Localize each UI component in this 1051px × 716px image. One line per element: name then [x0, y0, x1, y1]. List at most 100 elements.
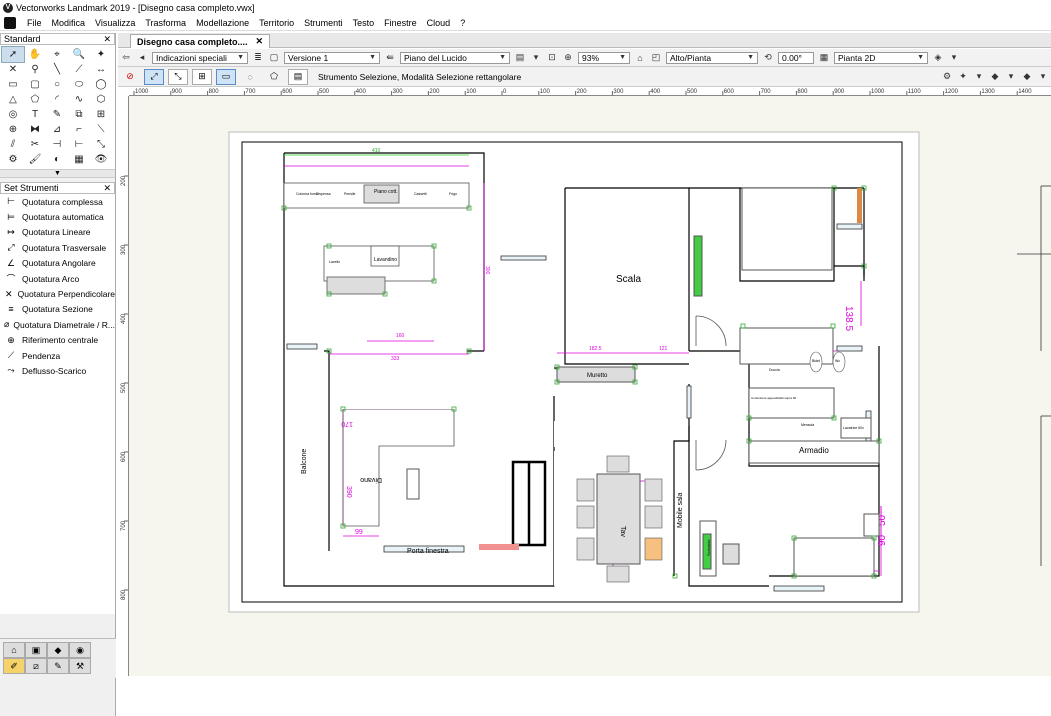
- snap-settings-icon[interactable]: ✦: [957, 71, 969, 83]
- tool-quotatura-complessa[interactable]: ⊢ Quotatura complessa: [0, 194, 115, 209]
- ellipse-tool-icon[interactable]: ◯: [90, 77, 112, 92]
- fillet-tool-icon[interactable]: ⌐: [68, 122, 90, 137]
- page-icon[interactable]: ▤: [514, 52, 526, 64]
- tool-riferimento-centrale[interactable]: ⊕ Riferimento centrale: [0, 333, 115, 348]
- view-select[interactable]: Alto/Pianta ▼: [666, 51, 758, 64]
- menu-territorio[interactable]: Territorio: [254, 18, 299, 28]
- snap-loupe-icon[interactable]: ⌖: [46, 47, 68, 62]
- selection-tool-icon[interactable]: ➚: [1, 46, 25, 63]
- standard-views-icon[interactable]: ◰: [650, 52, 662, 64]
- building-shell-icon[interactable]: ⌂: [3, 642, 25, 658]
- tool-quotatura-perpendicolare[interactable]: ✕ Quotatura Perpendicolare: [0, 286, 115, 301]
- menu-visualizza[interactable]: Visualizza: [90, 18, 140, 28]
- line-tool-icon[interactable]: ╲: [46, 62, 68, 77]
- hatch-tool-icon[interactable]: ▦: [68, 152, 90, 167]
- transform-mode-icon[interactable]: ⊞: [192, 68, 212, 85]
- locus-tool-icon[interactable]: ⊞: [90, 107, 112, 122]
- triangle-tool-icon[interactable]: △: [2, 92, 24, 107]
- circle-tool-icon[interactable]: ○: [46, 77, 68, 92]
- symbol-tool-icon[interactable]: ⧉: [68, 107, 90, 122]
- close-icon[interactable]: ✕: [103, 34, 111, 45]
- rotate-plan-icon[interactable]: ⟲: [762, 52, 774, 64]
- flyover-icon[interactable]: ⌂: [634, 52, 646, 64]
- class-options-flyout-icon[interactable]: ▾: [1037, 71, 1049, 83]
- close-icon[interactable]: ✕: [103, 183, 111, 194]
- layer-flyout-icon[interactable]: ⇚: [384, 52, 396, 64]
- furniture-icon[interactable]: ▣: [25, 642, 47, 658]
- zoom-tool-icon[interactable]: 🔍: [68, 47, 90, 62]
- page-flyout-icon[interactable]: ▾: [530, 52, 542, 64]
- settings-icon[interactable]: ▤: [288, 68, 308, 85]
- detailing-icon[interactable]: ⧄: [25, 658, 47, 674]
- rectangle-tool-icon[interactable]: ▭: [2, 77, 24, 92]
- close-icon[interactable]: ✕: [256, 36, 264, 47]
- attribute-tool-icon[interactable]: ⚙: [2, 152, 24, 167]
- split-tool-icon[interactable]: ⫽: [2, 137, 24, 152]
- snap-flyout-icon[interactable]: ▾: [973, 71, 985, 83]
- tool-quotatura-arco[interactable]: ⌒ Quotatura Arco: [0, 271, 115, 286]
- tool-quotatura-trasversale[interactable]: ⤢ Quotatura Trasversale: [0, 240, 115, 255]
- trim-tool-icon[interactable]: ⊣: [46, 137, 68, 152]
- zoom-icon[interactable]: ⊕: [562, 52, 574, 64]
- menu-testo[interactable]: Testo: [348, 18, 380, 28]
- class-flyout-icon[interactable]: ◂: [136, 52, 148, 64]
- class-options-icon[interactable]: ◆: [1021, 71, 1033, 83]
- callout-tool-icon[interactable]: ✎: [46, 107, 68, 122]
- polygon-marquee-icon[interactable]: ⬠: [264, 69, 284, 85]
- menu-help[interactable]: ?: [455, 18, 470, 28]
- app-menu-icon[interactable]: [4, 16, 16, 29]
- layer-options-icon[interactable]: ◆: [989, 71, 1001, 83]
- single-selection-mode-icon[interactable]: ⤢: [144, 68, 164, 85]
- clip-tool-icon[interactable]: ✂: [24, 137, 46, 152]
- layers-icon[interactable]: ≣: [252, 52, 264, 64]
- chamfer-tool-icon[interactable]: ⟍: [90, 122, 112, 137]
- tab-document[interactable]: Disegno casa completo.... ✕: [130, 34, 271, 48]
- version-select[interactable]: Versione 1 ▼: [284, 51, 380, 64]
- gradient-tool-icon[interactable]: ◐: [46, 152, 68, 167]
- delete-tool-icon[interactable]: ✕: [2, 62, 24, 77]
- render-mode-icon[interactable]: ▦: [818, 52, 830, 64]
- menu-finestre[interactable]: Finestre: [379, 18, 422, 28]
- zoom-field[interactable]: 93% ▼: [578, 51, 630, 64]
- regular-polygon-tool-icon[interactable]: ⬡: [90, 92, 112, 107]
- layer-select[interactable]: Piano del Lucido ▼: [400, 51, 510, 64]
- tool-pendenza[interactable]: ⟋ Pendenza: [0, 348, 115, 363]
- horizontal-ruler[interactable]: 1000 900 800 700 600 500 400 300 200 100 0 100 200 30…: [129, 87, 1051, 96]
- drawing-canvas[interactable]: Piano cott. Colonna forno Dispensa Pensi…: [129, 96, 1051, 676]
- snap-icon[interactable]: ⚙: [941, 71, 953, 83]
- fabrication-icon[interactable]: ⚒: [69, 658, 91, 674]
- multi-selection-mode-icon[interactable]: ⤡: [168, 68, 188, 85]
- offset-tool-icon[interactable]: ⊿: [46, 122, 68, 137]
- class-select[interactable]: Indicazioni speciali ▼: [152, 51, 248, 64]
- flyover-tool-icon[interactable]: ✦: [90, 47, 112, 62]
- eyedropper-tool-icon[interactable]: ⚲: [24, 62, 46, 77]
- tool-deflusso-scarico[interactable]: ⤳ Deflusso-Scarico: [0, 363, 115, 378]
- mirror-tool-icon[interactable]: ⧓: [24, 122, 46, 137]
- menu-trasforma[interactable]: Trasforma: [140, 18, 191, 28]
- freehand-tool-icon[interactable]: ∿: [68, 92, 90, 107]
- polygon-tool-icon[interactable]: ⬠: [24, 92, 46, 107]
- back-arrow-icon[interactable]: ⇦: [120, 52, 132, 64]
- pan-tool-icon[interactable]: ✋: [24, 47, 46, 62]
- design-layer-icon[interactable]: ▢: [268, 52, 280, 64]
- rotation-field[interactable]: 0.00°: [778, 51, 814, 64]
- menu-strumenti[interactable]: Strumenti: [299, 18, 348, 28]
- text-tool-icon[interactable]: T: [24, 107, 46, 122]
- spiral-tool-icon[interactable]: ◎: [2, 107, 24, 122]
- visibility-tool-icon[interactable]: 👁: [90, 152, 112, 167]
- vertical-ruler[interactable]: 200 300 400 500 600 700 800: [118, 96, 129, 676]
- projection-icon[interactable]: ◈: [932, 52, 944, 64]
- projection-flyout-icon[interactable]: ▾: [948, 52, 960, 64]
- menu-modifica[interactable]: Modifica: [47, 18, 91, 28]
- rectangle-marquee-icon[interactable]: ▭: [216, 68, 236, 85]
- tool-quotatura-sezione[interactable]: ≡ Quotatura Sezione: [0, 302, 115, 317]
- fit-to-objects-icon[interactable]: ⊡: [546, 52, 558, 64]
- disable-selection-icon[interactable]: ⊘: [120, 69, 140, 85]
- connect-tool-icon[interactable]: ⤡: [90, 137, 112, 152]
- site-planning-icon[interactable]: ◆: [47, 642, 69, 658]
- dims-notes-icon[interactable]: ✐: [3, 658, 25, 674]
- move-tool-icon[interactable]: ⊕: [2, 122, 24, 137]
- double-line-tool-icon[interactable]: ⟋: [68, 62, 90, 77]
- tool-quotatura-lineare[interactable]: ↦ Quotatura Lineare: [0, 225, 115, 240]
- visualization-icon[interactable]: ◉: [69, 642, 91, 658]
